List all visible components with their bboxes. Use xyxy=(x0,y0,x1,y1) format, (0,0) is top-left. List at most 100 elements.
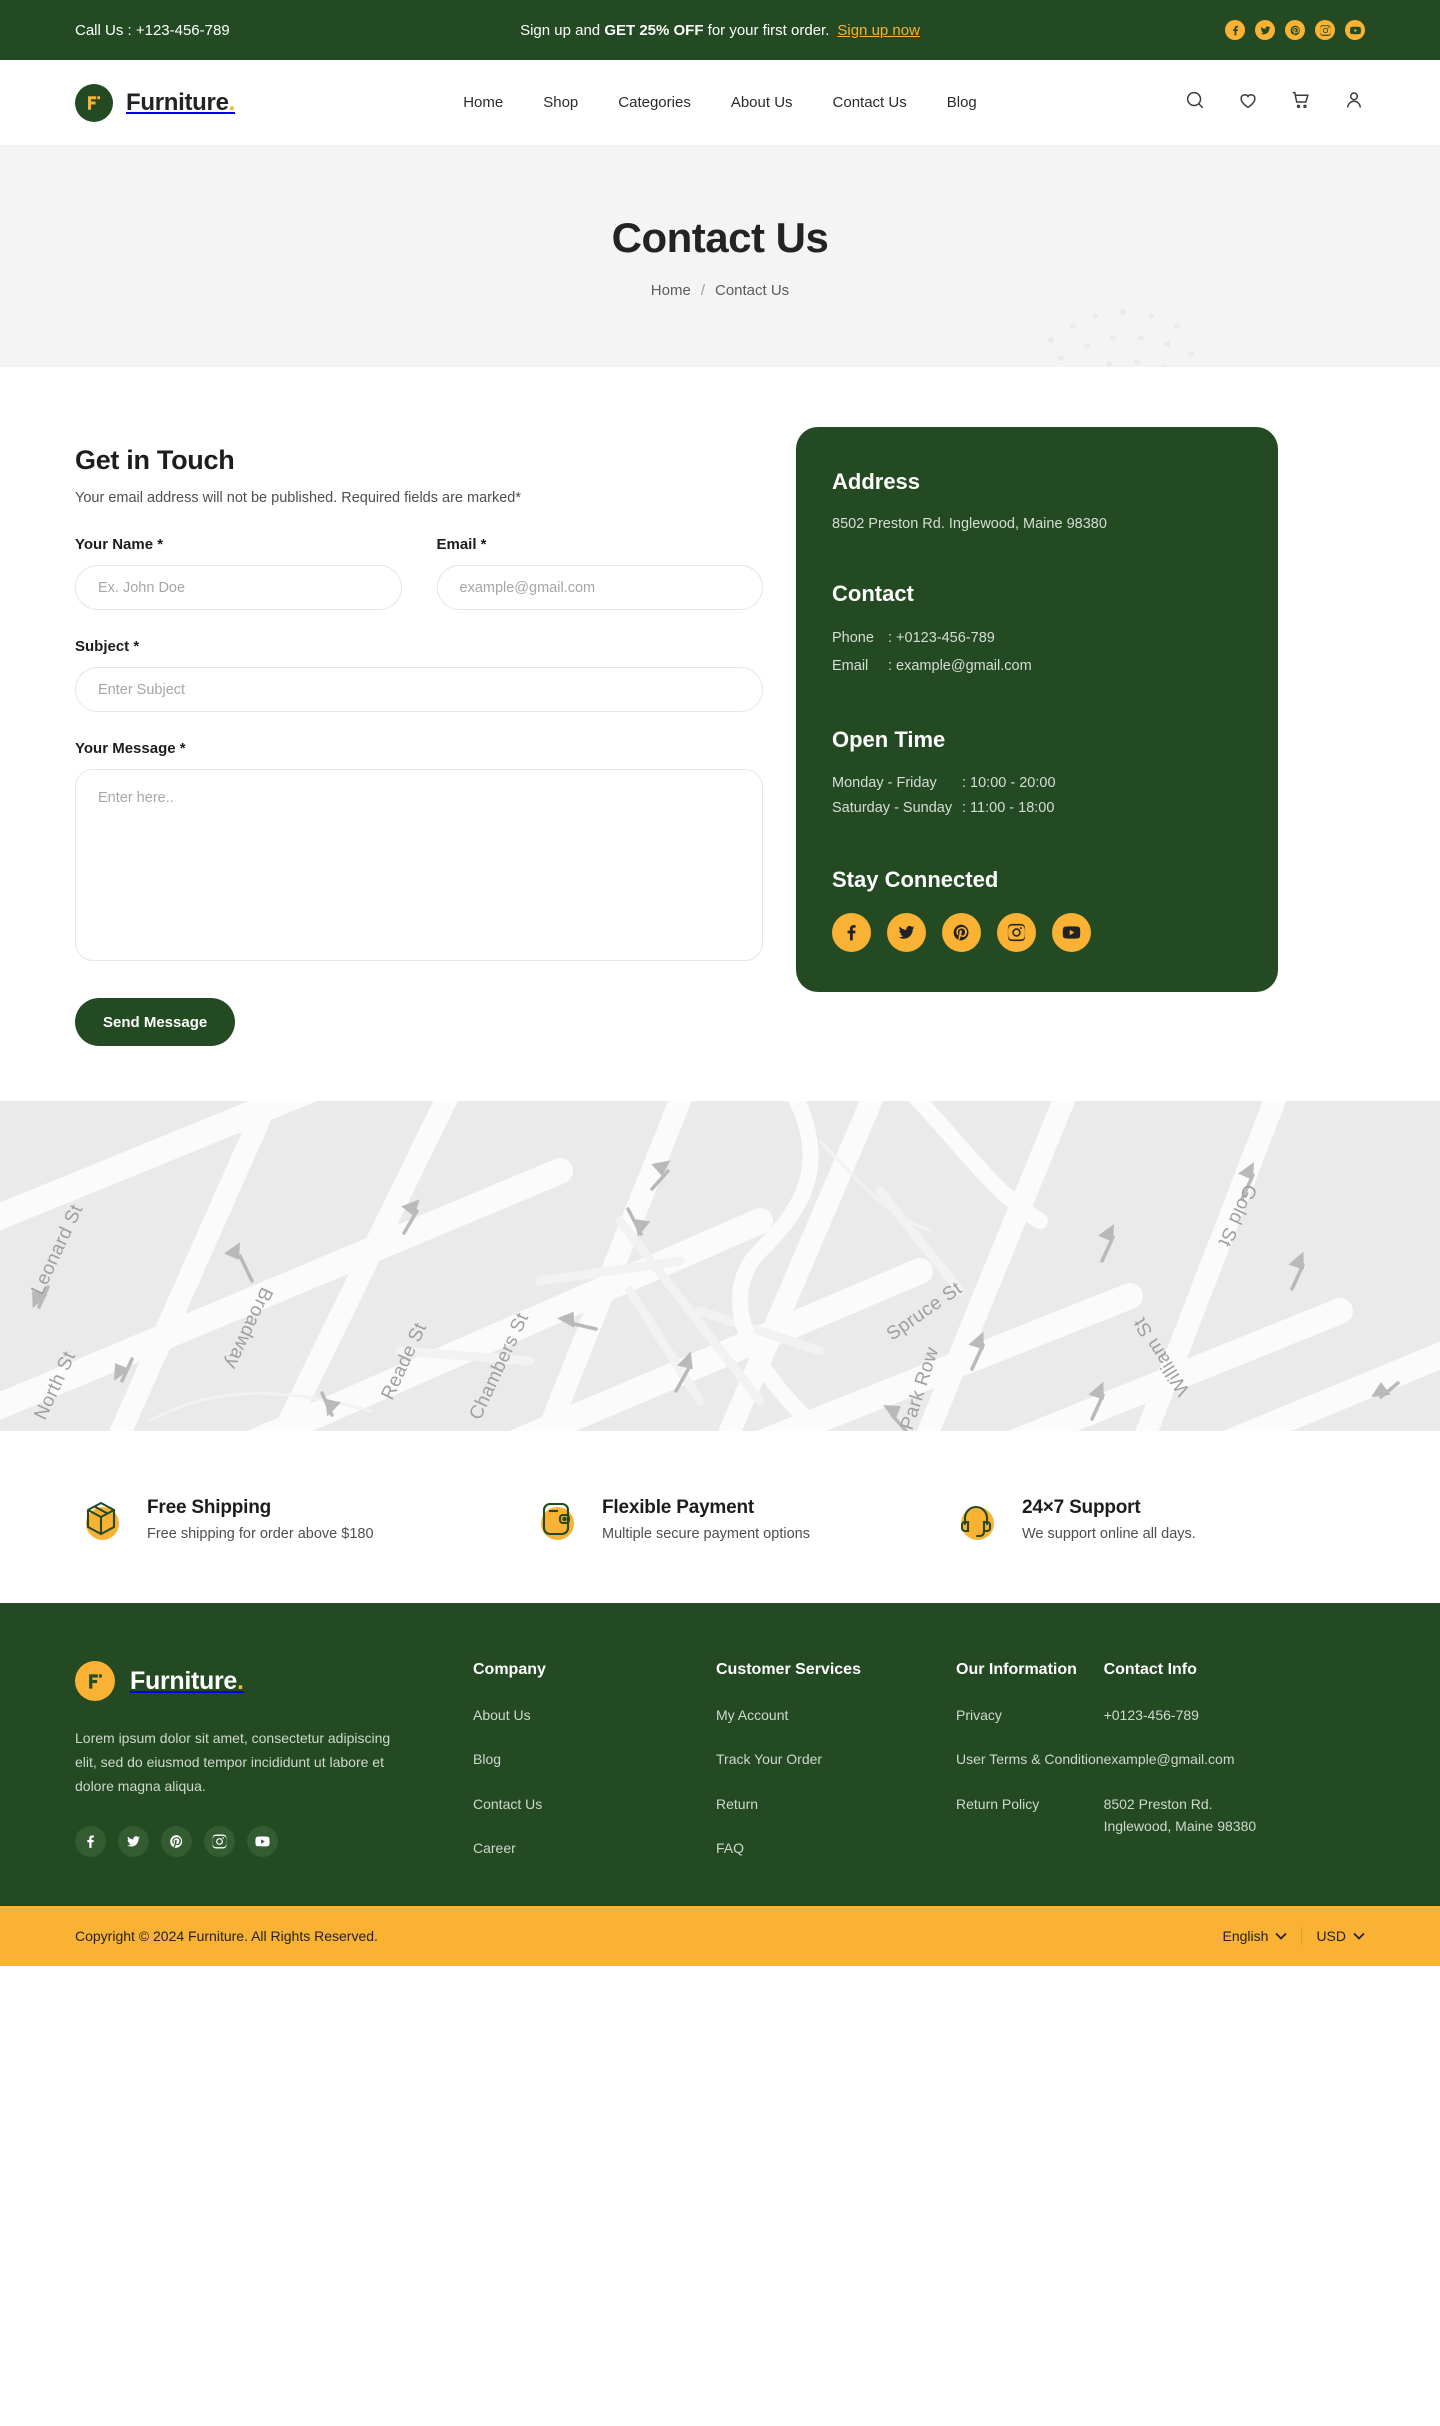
youtube-icon[interactable] xyxy=(247,1826,278,1858)
footer-link-my-account[interactable]: My Account xyxy=(716,1704,788,1726)
wishlist-heart-icon[interactable] xyxy=(1237,89,1259,116)
facebook-icon[interactable] xyxy=(832,913,871,953)
instagram-icon[interactable] xyxy=(204,1826,235,1858)
instagram-icon[interactable] xyxy=(997,913,1036,953)
call-us-text: Call Us : +123-456-789 xyxy=(75,21,230,39)
footer-column-title: Company xyxy=(473,1661,546,1678)
weekday-value: : 10:00 - 20:00 xyxy=(962,774,1056,791)
contact-block: Contact Phone : +0123-456-789 Email : ex… xyxy=(832,581,1242,680)
footer-link-faq[interactable]: FAQ xyxy=(716,1837,744,1859)
name-field-group: Your Name * xyxy=(75,536,402,610)
list-item: My Account xyxy=(716,1704,956,1726)
list-item: Privacy xyxy=(956,1704,1104,1726)
email-key: Email xyxy=(832,658,869,675)
nav-item-home[interactable]: Home xyxy=(463,94,503,111)
language-select[interactable]: English xyxy=(1223,1928,1288,1944)
nav-item-blog[interactable]: Blog xyxy=(947,94,977,111)
name-email-row: Your Name * Email * xyxy=(75,536,763,610)
footer-column-customer-services: Customer Services My Account Track Your … xyxy=(716,1661,956,1860)
footer-link-privacy[interactable]: Privacy xyxy=(956,1704,1002,1726)
email-label: Email * xyxy=(436,536,487,553)
footer-brand-name: Furniture. xyxy=(130,1666,244,1695)
contact-title: Contact xyxy=(832,581,914,607)
breadcrumb-home[interactable]: Home xyxy=(651,282,691,299)
list-item: Blog xyxy=(473,1748,716,1770)
stay-connected-block: Stay Connected xyxy=(832,867,1242,953)
pinterest-icon[interactable] xyxy=(161,1826,192,1858)
youtube-icon[interactable] xyxy=(1052,913,1091,953)
feature-text: 24×7 Support We support online all days. xyxy=(1022,1497,1196,1542)
nav-item-categories[interactable]: Categories xyxy=(618,94,691,111)
stay-connected-title: Stay Connected xyxy=(832,867,999,893)
list-item: example@gmail.com xyxy=(1104,1748,1264,1770)
promo-text: Sign up and GET 25% OFF for your first o… xyxy=(415,22,1025,39)
feature-title: 24×7 Support xyxy=(1022,1496,1141,1518)
footer-link-contact-us[interactable]: Contact Us xyxy=(473,1793,542,1815)
footer-link-user-terms[interactable]: User Terms & Condition xyxy=(956,1748,1104,1770)
footer-link-return-policy[interactable]: Return Policy xyxy=(956,1793,1039,1815)
furniture-f-logo-icon xyxy=(75,83,113,122)
language-value: English xyxy=(1222,1927,1269,1944)
phone-key: Phone xyxy=(832,630,874,647)
footer-contact-phone[interactable]: +0123-456-789 xyxy=(1104,1704,1199,1726)
shipping-box-icon xyxy=(75,1493,127,1545)
list-item: Contact Us xyxy=(473,1793,716,1815)
feature-flexible-payment: Flexible Payment Multiple secure payment… xyxy=(530,1493,950,1545)
phone-value: : +0123-456-789 xyxy=(888,630,995,647)
footer-link-return[interactable]: Return xyxy=(716,1793,758,1815)
account-icon[interactable] xyxy=(1343,89,1365,116)
page-title: Contact Us xyxy=(611,213,829,261)
footer-link-about-us[interactable]: About Us xyxy=(473,1704,531,1726)
name-input[interactable] xyxy=(75,565,402,610)
pinterest-icon[interactable] xyxy=(1285,20,1305,40)
message-textarea[interactable] xyxy=(75,769,763,961)
email-value: : example@gmail.com xyxy=(888,658,1032,675)
facebook-icon[interactable] xyxy=(1225,20,1245,40)
nav-item-shop[interactable]: Shop xyxy=(543,94,578,111)
weekday-key: Monday - Friday xyxy=(832,774,937,791)
promo-prefix: Sign up and xyxy=(520,21,605,39)
list-item: +0123-456-789 xyxy=(1104,1704,1264,1726)
twitter-icon[interactable] xyxy=(1255,20,1275,40)
feature-title: Free Shipping xyxy=(147,1496,272,1518)
footer-link-career[interactable]: Career xyxy=(473,1837,516,1859)
footer-contact-email[interactable]: example@gmail.com xyxy=(1104,1748,1235,1770)
youtube-icon[interactable] xyxy=(1345,20,1365,40)
nav-item-about-us[interactable]: About Us xyxy=(731,94,793,111)
page-root: Call Us : +123-456-789 Sign up and GET 2… xyxy=(0,0,1440,1966)
location-map[interactable]: Leonard St Broadway North St Reade St Ch… xyxy=(0,1101,1440,1431)
search-icon[interactable] xyxy=(1184,89,1206,116)
cart-icon[interactable] xyxy=(1290,89,1312,116)
subject-input[interactable] xyxy=(75,667,763,712)
currency-select[interactable]: USD xyxy=(1316,1928,1365,1944)
footer-column-title: Contact Info xyxy=(1103,1661,1197,1678)
address-block: Address 8502 Preston Rd. Inglewood, Main… xyxy=(832,469,1242,535)
footer-description: Lorem ipsum dolor sit amet, consectetur … xyxy=(75,1730,391,1795)
announcement-topbar: Call Us : +123-456-789 Sign up and GET 2… xyxy=(0,0,1440,60)
send-message-button[interactable]: Send Message xyxy=(75,998,236,1046)
nav-item-contact-us[interactable]: Contact Us xyxy=(833,94,907,111)
instagram-icon[interactable] xyxy=(1315,20,1335,40)
twitter-icon[interactable] xyxy=(118,1826,149,1858)
list-item: FAQ xyxy=(716,1837,956,1859)
brand-logo[interactable]: Furniture. xyxy=(75,83,405,122)
promo-highlight: GET 25% OFF xyxy=(604,21,704,39)
pinterest-icon[interactable] xyxy=(942,913,981,953)
breadcrumb-current: Contact Us xyxy=(714,281,790,299)
contact-form: Get in Touch Your email address will not… xyxy=(75,427,763,1046)
contact-section: Get in Touch Your email address will not… xyxy=(0,367,1440,1101)
email-input[interactable] xyxy=(436,565,763,610)
facebook-icon[interactable] xyxy=(75,1826,106,1858)
feature-support: 24×7 Support We support online all days. xyxy=(950,1493,1196,1545)
feature-title: Flexible Payment xyxy=(602,1496,755,1518)
weekend-value: : 11:00 - 18:00 xyxy=(962,799,1055,816)
footer-link-blog[interactable]: Blog xyxy=(473,1748,501,1770)
footer-logo[interactable]: Furniture. xyxy=(75,1661,473,1701)
footer-brand-dot: . xyxy=(237,1666,244,1695)
furniture-f-logo-icon xyxy=(75,1661,115,1701)
twitter-icon[interactable] xyxy=(887,913,926,953)
signup-now-link[interactable]: Sign up now xyxy=(837,22,920,39)
feature-free-shipping: Free Shipping Free shipping for order ab… xyxy=(75,1493,530,1545)
primary-nav: Home Shop Categories About Us Contact Us… xyxy=(405,94,1035,111)
footer-link-track-your-order[interactable]: Track Your Order xyxy=(716,1748,822,1770)
